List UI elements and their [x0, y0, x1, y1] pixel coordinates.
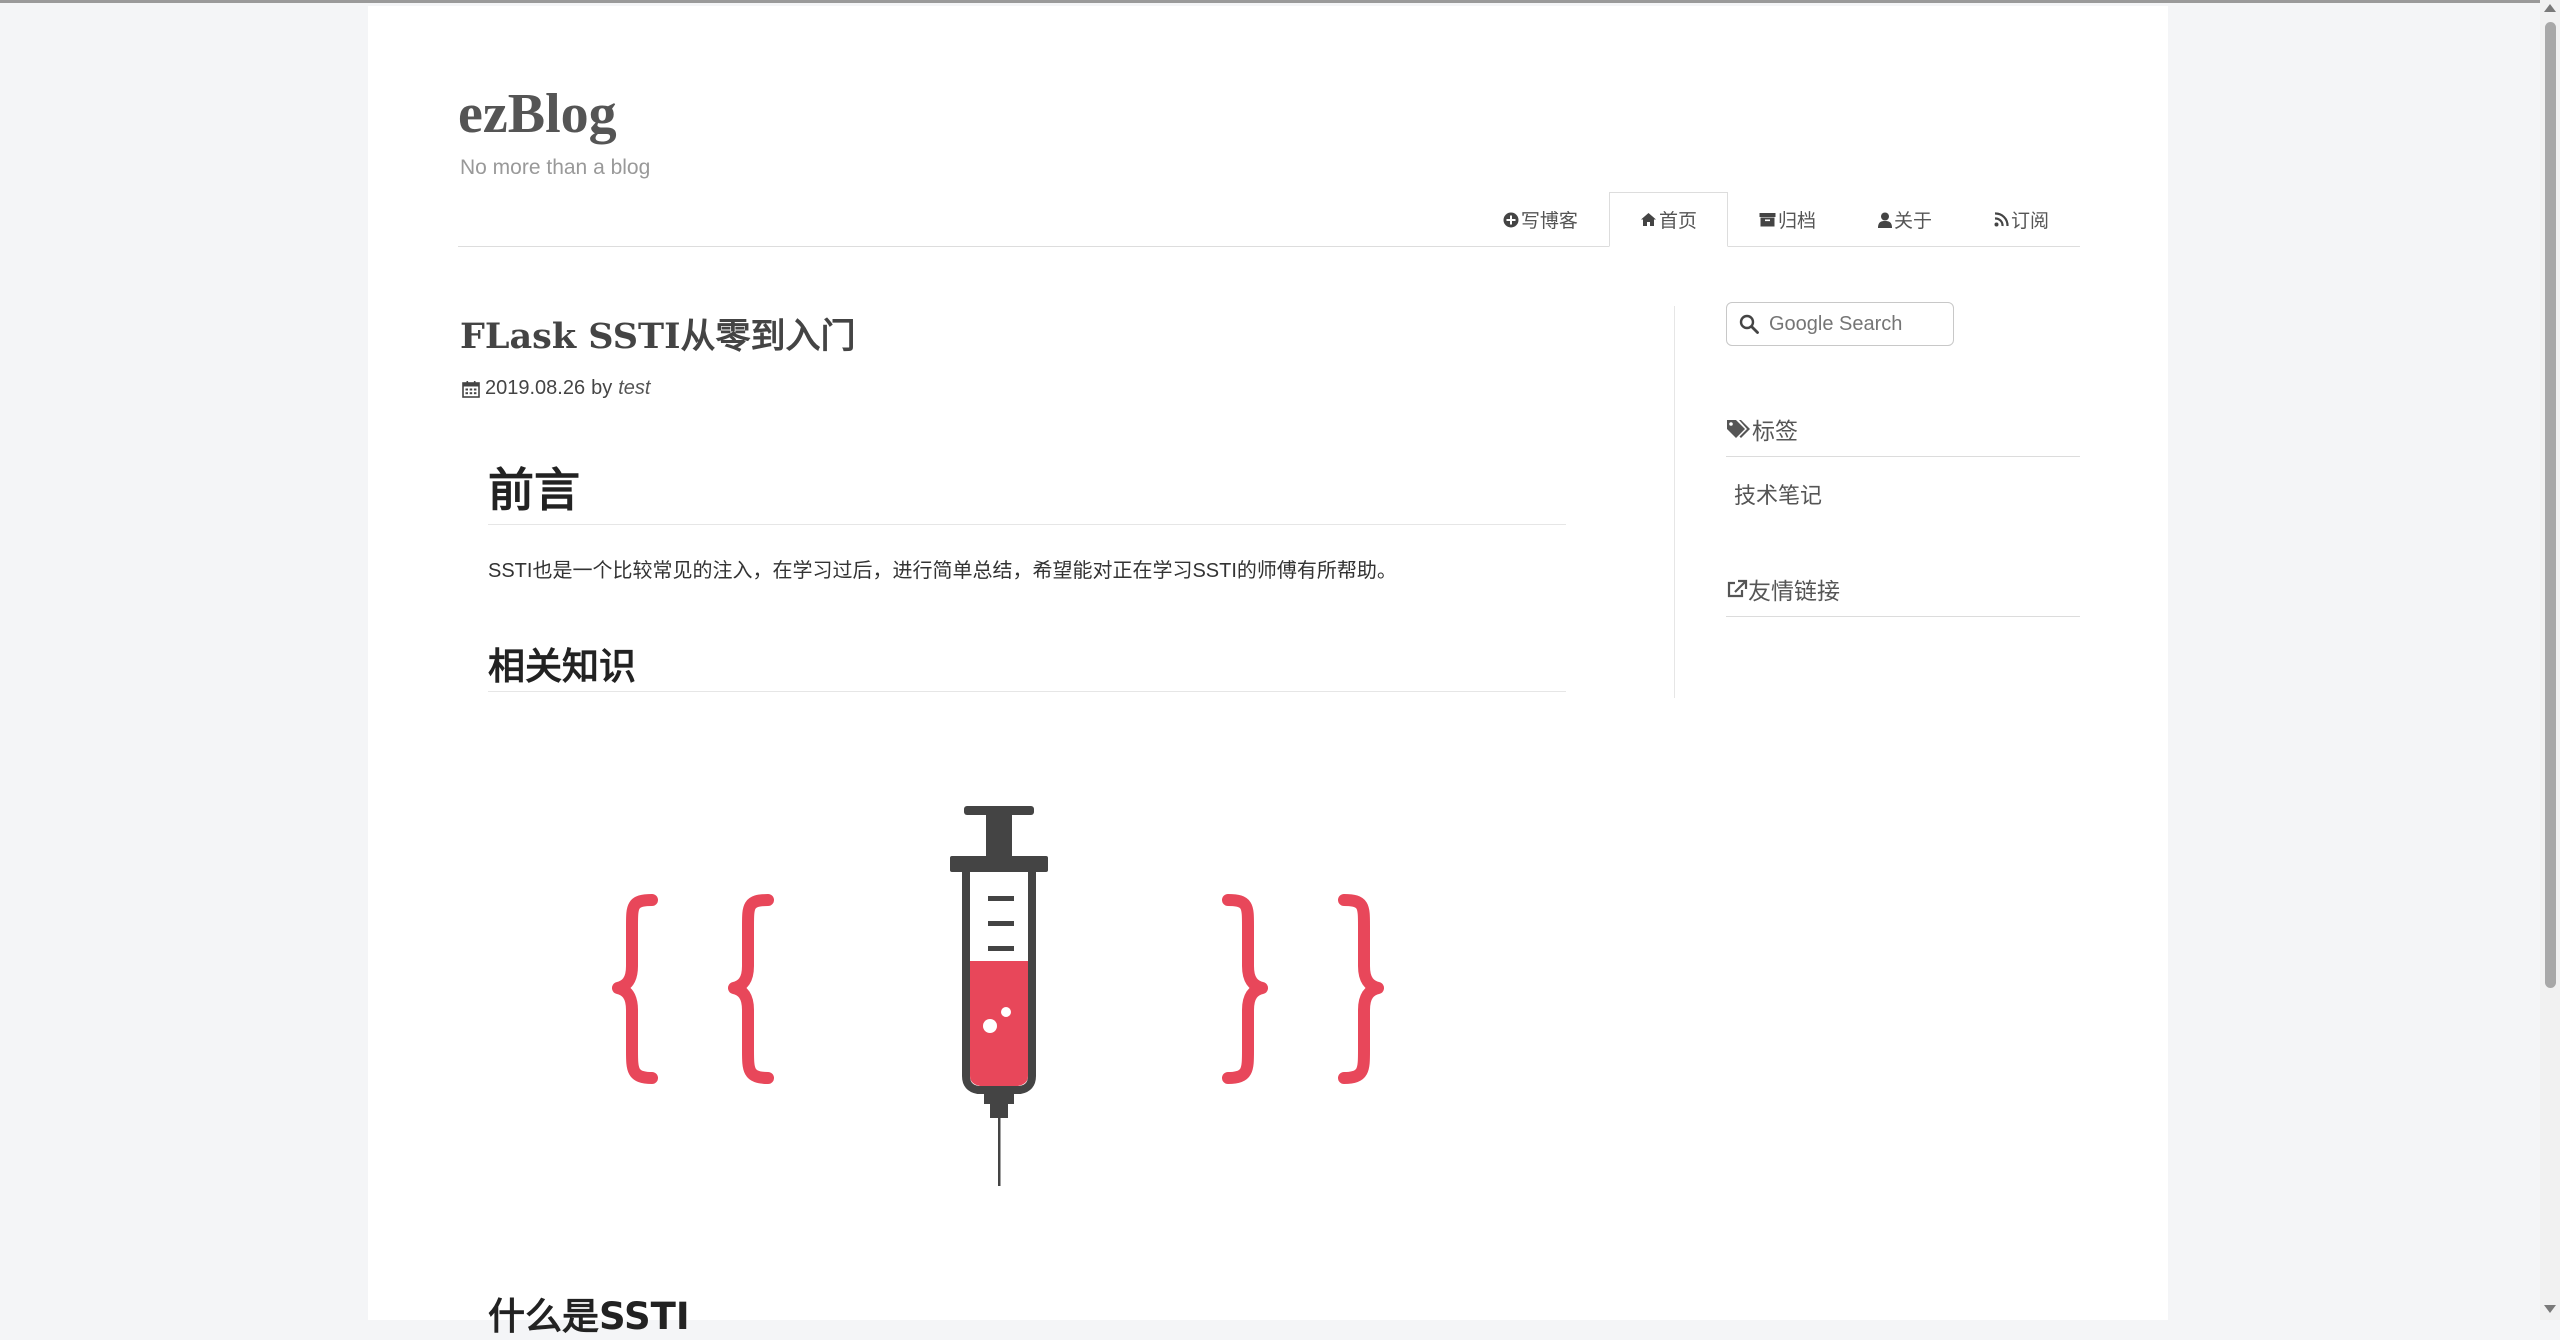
post-meta: 2019.08.26 by test [462, 377, 650, 400]
nav-item-write[interactable]: 写博客 [1472, 192, 1609, 246]
syringe-icon [950, 806, 1048, 1186]
browser-top-line [0, 0, 2560, 3]
links-heading: 友情链接 [1726, 572, 1840, 606]
scrollbar-thumb[interactable] [2545, 22, 2556, 988]
nav-item-about[interactable]: 关于 [1847, 192, 1963, 246]
nav-label: 写博客 [1520, 211, 1578, 232]
main-nav: 写博客 首页 归档 关于 订阅 [458, 186, 2080, 247]
nav-label: 首页 [1658, 211, 1697, 232]
right-brace-icon [1338, 894, 1384, 1084]
scroll-down-arrow-icon[interactable] [2544, 1305, 2556, 1313]
blog-title[interactable]: ezBlog [458, 86, 617, 142]
search-icon [1739, 314, 1759, 334]
links-title: 友情链接 [1748, 578, 1840, 604]
ssti-illustration [588, 776, 1508, 1196]
nav-label: 订阅 [2010, 211, 2049, 232]
tag-link[interactable]: 技术笔记 [1734, 478, 1822, 510]
plus-circle-icon [1503, 212, 1519, 227]
links-rule [1726, 616, 2080, 617]
heading-related: 相关知识 [488, 645, 636, 688]
left-brace-icon [728, 894, 774, 1084]
post-title[interactable]: FLask SSTI从零到入门 [460, 308, 855, 359]
tags-icon [1727, 420, 1750, 438]
external-link-icon [1727, 579, 1748, 598]
archive-icon [1759, 213, 1776, 227]
search-box[interactable] [1726, 302, 1954, 346]
heading-divider [488, 691, 1566, 692]
tags-heading: 标签 [1726, 412, 1798, 446]
tags-title: 标签 [1752, 418, 1798, 444]
calendar-icon [462, 380, 480, 398]
heading-what-is-ssti: 什么是SSTI [488, 1295, 690, 1338]
tags-rule [1726, 456, 2080, 457]
nav-label: 归档 [1777, 211, 1816, 232]
intro-paragraph: SSTI也是一个比较常见的注入，在学习过后，进行简单总结，希望能对正在学习SST… [488, 560, 1397, 582]
nav-item-home[interactable]: 首页 [1608, 192, 1728, 247]
heading-divider [488, 524, 1566, 525]
blog-subtitle: No more than a blog [460, 156, 651, 179]
heading-intro: 前言 [488, 463, 580, 517]
home-icon [1640, 213, 1656, 226]
nav-item-subscribe[interactable]: 订阅 [1963, 192, 2080, 246]
post-author[interactable]: test [618, 377, 650, 400]
rss-icon [1994, 212, 2009, 227]
left-brace-icon [612, 894, 658, 1084]
post-date: 2019.08.26 [485, 377, 586, 399]
right-brace-icon [1222, 894, 1268, 1084]
post-by: by [591, 377, 613, 399]
sidebar-divider [1674, 306, 1675, 698]
ssti-syringe-image [612, 806, 1384, 1186]
search-input[interactable] [1767, 311, 1941, 337]
user-icon [1877, 212, 1892, 228]
nav-label: 关于 [1893, 211, 1932, 232]
nav-item-archive[interactable]: 归档 [1728, 192, 1847, 246]
page-container: ezBlog No more than a blog 写博客 首页 归档 关于 … [368, 6, 2168, 1338]
scroll-up-arrow-icon[interactable] [2544, 4, 2556, 12]
